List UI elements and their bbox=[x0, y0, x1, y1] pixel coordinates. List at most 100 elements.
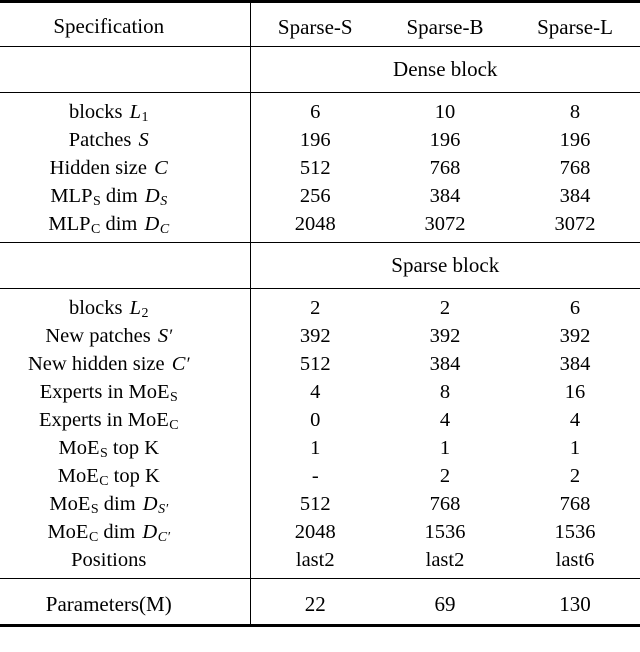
moe-text: MoE bbox=[58, 436, 100, 459]
var-D: D bbox=[142, 520, 158, 543]
cell-value: 768 bbox=[559, 492, 591, 515]
cell-value: 3072 bbox=[424, 212, 466, 235]
specification-table: Specification Sparse-S Sparse-B Sparse-L… bbox=[0, 0, 640, 628]
subscript-2: 2 bbox=[141, 305, 149, 321]
var-C: C bbox=[154, 156, 168, 179]
var-C: C bbox=[171, 352, 186, 375]
section-banner-dense-label: Dense block bbox=[393, 57, 498, 81]
var-S: S bbox=[138, 128, 149, 151]
cell-value: 10 bbox=[434, 100, 456, 123]
var-L: L bbox=[129, 100, 142, 123]
row-label-text: New hidden size bbox=[28, 352, 165, 375]
row-label-experts-moe-s: Experts in MoES bbox=[0, 378, 251, 406]
cell-value: 2 bbox=[310, 296, 321, 319]
table-row: MoEC top K - 2 2 bbox=[0, 462, 640, 490]
cell-value: 1 bbox=[439, 436, 451, 459]
prime-mark: ′ bbox=[167, 529, 171, 545]
row-label-parameters: Parameters(M) bbox=[0, 579, 251, 626]
subscript-S: S bbox=[90, 501, 99, 517]
var-L: L bbox=[129, 296, 142, 319]
subscript-S: S bbox=[99, 445, 108, 461]
cell-value: 1 bbox=[569, 436, 581, 459]
table-row: blocks L1 6 10 8 bbox=[0, 93, 640, 126]
cell-value: - bbox=[311, 464, 319, 487]
cell-value: 384 bbox=[429, 184, 461, 207]
cell-value: 6 bbox=[569, 296, 581, 319]
row-label-moe-c-top-k: MoEC top K bbox=[0, 462, 251, 490]
table-row: MoES top K 1 1 1 bbox=[0, 434, 640, 462]
row-label-text: New patches bbox=[45, 324, 151, 347]
cell-value: 4 bbox=[569, 408, 581, 431]
row-label-blocks-l1: blocks L1 bbox=[0, 93, 251, 126]
moe-text: MoE bbox=[128, 380, 170, 403]
subscript-S: S bbox=[160, 193, 168, 209]
row-label-patches-s: Patches S bbox=[0, 126, 251, 154]
cell-value: 2 bbox=[439, 296, 451, 319]
cell-value: 512 bbox=[299, 492, 331, 515]
row-label-positions: Positions bbox=[0, 546, 251, 579]
cell-value: 392 bbox=[559, 324, 591, 347]
row-label-mlp-s-dim: MLPS dim DS bbox=[0, 182, 251, 210]
cell-value: 768 bbox=[429, 156, 461, 179]
row-label-text: MLP bbox=[48, 212, 91, 235]
moe-text: MoE bbox=[49, 492, 91, 515]
cell-value: 8 bbox=[569, 100, 581, 123]
cell-value: 196 bbox=[299, 128, 331, 151]
table-row: New hidden size C′ 512 384 384 bbox=[0, 350, 640, 378]
cell-value: last6 bbox=[555, 548, 595, 571]
cell-value: 196 bbox=[429, 128, 461, 151]
subscript-C: C bbox=[159, 221, 170, 237]
table-row: blocks L2 2 2 6 bbox=[0, 289, 640, 322]
cell-value: 1536 bbox=[554, 520, 596, 543]
section-banner-sparse: Sparse block bbox=[0, 243, 640, 289]
row-label-hidden-size-c: Hidden size C bbox=[0, 154, 251, 182]
cell-value: 2048 bbox=[294, 212, 336, 235]
column-header-sparse-s: Sparse-S bbox=[277, 14, 353, 39]
cell-value: 2 bbox=[439, 464, 451, 487]
subscript-C: C bbox=[91, 221, 101, 237]
row-label-experts-moe-c: Experts in MoEC bbox=[0, 406, 251, 434]
cell-value: 392 bbox=[429, 324, 461, 347]
table-row: Patches S 196 196 196 bbox=[0, 126, 640, 154]
subscript-C: C bbox=[169, 417, 179, 433]
row-label-moe-c-dim: MoEC dim DC′ bbox=[0, 518, 251, 546]
column-header-specification: Specification bbox=[0, 3, 251, 47]
var-D: D bbox=[144, 212, 160, 235]
cell-value: 8 bbox=[439, 380, 451, 403]
spec-table-figure: Specification Sparse-S Sparse-B Sparse-L… bbox=[0, 0, 640, 652]
subscript-C-text: C bbox=[157, 529, 167, 545]
table-row: MLPS dim DS 256 384 384 bbox=[0, 182, 640, 210]
cell-value: 69 bbox=[434, 591, 456, 616]
row-label-text: Hidden size bbox=[49, 156, 148, 179]
table-row-total: Parameters(M) 22 69 130 bbox=[0, 579, 640, 626]
section-banner-sparse-label: Sparse block bbox=[391, 253, 500, 277]
cell-value: 3072 bbox=[554, 212, 596, 235]
cell-value: 384 bbox=[559, 184, 591, 207]
table-row: MLPC dim DC 2048 3072 3072 bbox=[0, 210, 640, 243]
row-label-text: blocks bbox=[68, 100, 123, 123]
cell-value: 130 bbox=[559, 591, 591, 616]
cell-value: last2 bbox=[295, 548, 335, 571]
row-label-new-patches: New patches S′ bbox=[0, 322, 251, 350]
table-row: Experts in MoEC 0 4 4 bbox=[0, 406, 640, 434]
cell-value: 1 bbox=[310, 436, 321, 459]
subscript-S-prime: S′ bbox=[158, 501, 169, 517]
cell-value: 384 bbox=[429, 352, 461, 375]
table-row: Positions last2 last2 last6 bbox=[0, 546, 640, 579]
cell-value: 768 bbox=[429, 492, 461, 515]
row-label-blocks-l2: blocks L2 bbox=[0, 289, 251, 322]
var-D: D bbox=[144, 184, 160, 207]
prime-mark: ′ bbox=[165, 501, 169, 517]
table-row: New patches S′ 392 392 392 bbox=[0, 322, 640, 350]
cell-value: 0 bbox=[310, 408, 321, 431]
table-header-row: Specification Sparse-S Sparse-B Sparse-L bbox=[0, 3, 640, 47]
cell-value: 16 bbox=[564, 380, 586, 403]
moe-text: MoE bbox=[47, 520, 89, 543]
row-label-text: blocks bbox=[68, 296, 123, 319]
table-row: Hidden size C 512 768 768 bbox=[0, 154, 640, 182]
cell-value: 392 bbox=[299, 324, 331, 347]
row-label-text: Experts in bbox=[38, 408, 123, 431]
cell-value: 1536 bbox=[424, 520, 466, 543]
rule-bottom bbox=[0, 624, 640, 628]
cell-value: 512 bbox=[299, 156, 331, 179]
